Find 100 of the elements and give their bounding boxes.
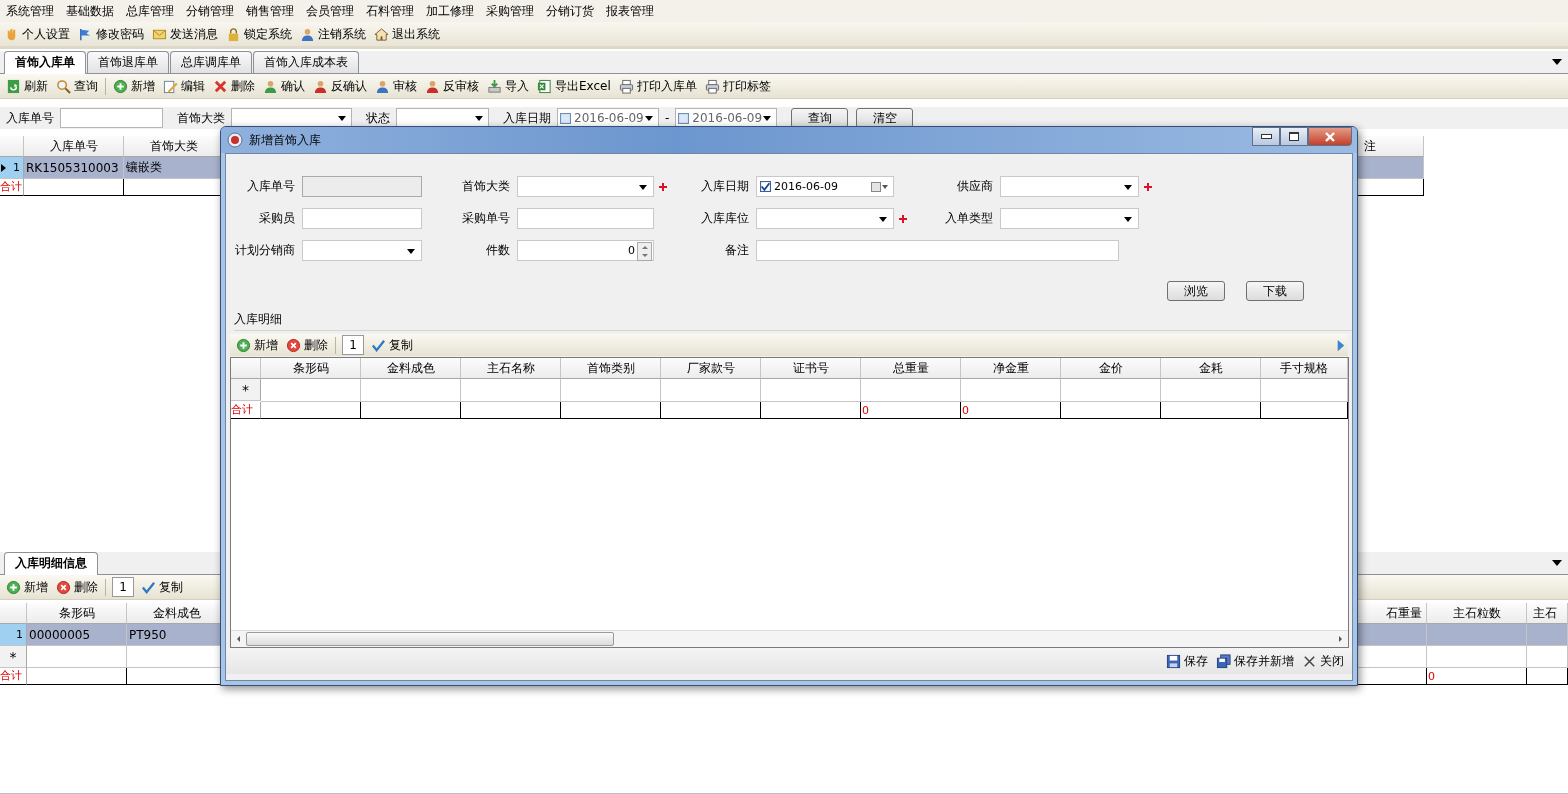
copy-button[interactable]: 复制 [367, 335, 417, 355]
footer-button[interactable]: 保存 [1162, 651, 1212, 671]
add-button[interactable]: 新增 [2, 577, 52, 597]
date-field[interactable]: 2016-06-09 [557, 108, 659, 128]
menu-item[interactable]: 石料管理 [364, 2, 423, 20]
column-header[interactable]: 条形码 [261, 358, 361, 379]
menu-item[interactable]: 基础数据 [64, 2, 123, 20]
menu-item[interactable]: 报表管理 [604, 2, 663, 20]
select-field[interactable] [302, 240, 422, 261]
tab[interactable]: 首饰入库单 [4, 51, 86, 74]
action-button[interactable]: 下载 [1246, 281, 1304, 301]
footer-button[interactable]: 保存并新增 [1212, 651, 1298, 671]
count-field[interactable]: 1 [342, 335, 364, 355]
text-field[interactable] [517, 208, 654, 229]
toolbar-button[interactable]: 反审核 [421, 76, 483, 96]
minimize-button[interactable] [1252, 127, 1280, 146]
menu-item[interactable]: 会员管理 [304, 2, 363, 20]
plus-icon [113, 78, 128, 94]
footer-button[interactable]: 关闭 [1298, 651, 1348, 671]
menu-item[interactable]: 分销订货 [544, 2, 603, 20]
column-header[interactable]: 注 [1358, 136, 1424, 157]
quick-button[interactable]: 修改密码 [74, 24, 148, 44]
toolbar-button[interactable]: 审核 [371, 76, 421, 96]
checkbox[interactable] [560, 112, 571, 124]
count-field[interactable]: 1 [112, 577, 134, 597]
dropdown-icon[interactable] [1552, 560, 1562, 566]
column-header[interactable]: 石重量 [1358, 603, 1427, 624]
text-field[interactable] [756, 240, 1119, 261]
column-header[interactable]: 手寸规格 [1261, 358, 1348, 379]
column-header[interactable]: 金耗 [1161, 358, 1261, 379]
checkbox[interactable] [760, 181, 771, 192]
close-icon [1302, 653, 1317, 669]
select-field[interactable] [517, 176, 654, 197]
toolbar-button[interactable]: 导入 [483, 76, 533, 96]
column-header[interactable]: 总重量 [861, 358, 961, 379]
quick-button[interactable]: 发送消息 [148, 24, 222, 44]
select-field[interactable] [1000, 176, 1139, 197]
table-cell: 0 [961, 402, 1061, 419]
date-field[interactable]: 2016-06-09 [675, 108, 778, 128]
horizontal-scrollbar[interactable] [231, 630, 1348, 647]
tab[interactable]: 首饰退库单 [87, 51, 169, 73]
column-header[interactable]: 净金重 [961, 358, 1061, 379]
menu-item[interactable]: 系统管理 [4, 2, 63, 20]
column-header[interactable]: 厂家款号 [661, 358, 761, 379]
toolbar-button[interactable]: 删除 [209, 76, 259, 96]
row-header[interactable]: 1 [0, 157, 24, 179]
copy-button[interactable]: 复制 [137, 577, 187, 597]
person-icon [263, 78, 278, 94]
row-header[interactable]: 1 [0, 624, 27, 646]
close-button[interactable] [1308, 127, 1352, 146]
menu-item[interactable]: 分销管理 [184, 2, 243, 20]
quick-button[interactable]: 退出系统 [370, 24, 444, 44]
filter-button[interactable]: 查询 [791, 108, 849, 128]
person-icon [425, 78, 440, 94]
tab[interactable]: 首饰入库成本表 [253, 51, 359, 73]
column-header[interactable]: 金价 [1061, 358, 1161, 379]
delete-button[interactable]: 删除 [52, 577, 102, 597]
select-field[interactable] [756, 208, 894, 229]
filter-button[interactable]: 清空 [856, 108, 914, 128]
add-button[interactable]: 新增 [232, 335, 282, 355]
toolbar-button[interactable]: 打印入库单 [614, 76, 701, 96]
column-header[interactable]: 主石粒数 [1427, 603, 1527, 624]
toolbar-button[interactable]: 新增 [109, 76, 159, 96]
select-field[interactable] [231, 108, 352, 128]
checkbox[interactable] [678, 112, 690, 124]
date-field[interactable]: 2016-06-09 [756, 176, 894, 197]
column-header[interactable]: 证书号 [761, 358, 861, 379]
select-field[interactable] [396, 108, 489, 128]
menu-item[interactable]: 采购管理 [484, 2, 543, 20]
column-header[interactable]: 首饰类别 [561, 358, 661, 379]
header-cell [0, 136, 24, 157]
panel-tab[interactable]: 入库明细信息 [4, 552, 98, 575]
column-header[interactable]: 条形码 [27, 603, 127, 624]
toolbar-button[interactable]: 反确认 [309, 76, 371, 96]
toolbar-button[interactable]: 确认 [259, 76, 309, 96]
toolbar-button[interactable]: 查询 [52, 76, 102, 96]
dropdown-icon[interactable] [1552, 59, 1562, 65]
toolbar-button[interactable]: 导出Excel [533, 76, 615, 96]
menu-item[interactable]: 销售管理 [244, 2, 303, 20]
quick-button[interactable]: 锁定系统 [222, 24, 296, 44]
action-button[interactable]: 浏览 [1167, 281, 1225, 301]
delete-button[interactable]: 删除 [282, 335, 332, 355]
toolbar-button[interactable]: 打印标签 [700, 76, 775, 96]
menu-item[interactable]: 加工修理 [424, 2, 483, 20]
section-title: 入库明细 [234, 312, 282, 326]
column-header[interactable]: 主石 [1527, 603, 1568, 624]
number-field[interactable]: 0 [517, 240, 654, 261]
toolbar-button[interactable]: 编辑 [159, 76, 209, 96]
column-header[interactable]: 金料成色 [361, 358, 461, 379]
text-field[interactable] [302, 208, 422, 229]
select-field[interactable] [1000, 208, 1139, 229]
column-header[interactable]: 入库单号 [24, 136, 124, 157]
text-field[interactable] [60, 108, 163, 128]
menu-item[interactable]: 总库管理 [124, 2, 183, 20]
toolbar-button[interactable]: 刷新 [2, 76, 52, 96]
quick-button[interactable]: 注销系统 [296, 24, 370, 44]
quick-button[interactable]: 个人设置 [0, 24, 74, 44]
column-header[interactable]: 主石名称 [461, 358, 561, 379]
maximize-button[interactable] [1280, 127, 1308, 146]
tab[interactable]: 总库调库单 [170, 51, 252, 73]
